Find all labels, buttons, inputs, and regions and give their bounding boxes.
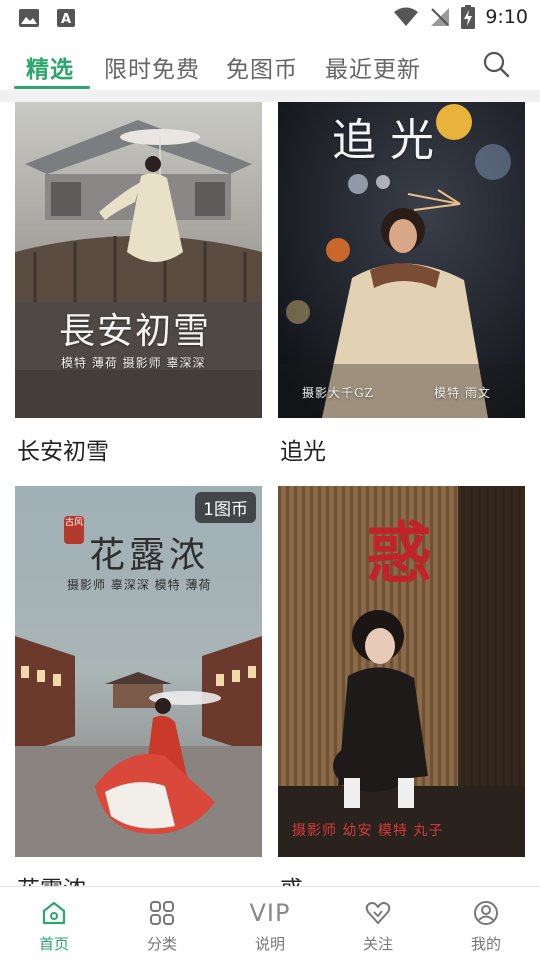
profile-icon [474,901,498,925]
category-tabs: 精选 限时免费 免图币 最近更新 [0,36,540,90]
bottom-navigation: 首页 分类 VIP 说明 关注 我的 [0,886,540,960]
status-time: 9:10 [485,6,528,28]
poster-credit: 摄影师 幼安 模特 丸子 [292,823,444,839]
app-root: A 9:10 精选 限时免费 免图币 最近更新 長安初雪 模特 薄荷 摄影师 辜… [0,0,540,960]
font-app-icon: A [57,9,75,27]
poster-title: 花露浓 [89,535,210,576]
poster-tag: 古风 [64,516,84,544]
status-bar: A 9:10 [0,0,540,36]
nav-label: 分类 [146,935,177,953]
wifi-icon [394,7,419,26]
status-right-icons: 9:10 [393,5,528,29]
poster-title: 惑 [366,514,432,592]
album-card[interactable]: 惑 摄影师 幼安 模特 丸子 惑 [278,486,525,903]
tab-coin-free[interactable]: 免图币 [226,50,298,84]
poster-credit-model: 模特 雨文 [434,386,491,400]
svg-text:A: A [61,12,71,27]
active-tab-indicator [14,86,90,89]
nav-follow[interactable]: 关注 [324,887,432,960]
status-left-icons: A [18,8,76,28]
album-card[interactable]: 長安初雪 模特 薄荷 摄影师 辜深深 长安初雪 [15,102,262,465]
album-cover[interactable]: 長安初雪 模特 薄荷 摄影师 辜深深 [15,102,262,418]
album-cover[interactable]: 古风 花露浓 摄影师 辜深深 模特 薄荷 1图币 [15,486,262,857]
album-card[interactable]: 古风 花露浓 摄影师 辜深深 模特 薄荷 1图币 花露浓 [15,486,262,903]
poster-title: 追光 [332,115,448,166]
nav-label: 关注 [362,935,393,953]
poster-credit: 模特 薄荷 摄影师 辜深深 [61,356,206,370]
poster-credit: 摄影师 辜深深 模特 薄荷 [67,578,212,592]
poster-credit-photographer: 摄影大千GZ [302,386,374,400]
tab-featured[interactable]: 精选 [26,50,74,84]
album-title[interactable]: 追光 [280,432,326,466]
price-badge: 1图币 [195,492,256,523]
vip-icon: VIP [249,899,291,927]
image-icon [19,9,39,27]
nav-label: 说明 [254,935,285,953]
battery-charging-icon [461,5,476,29]
no-signal-icon [431,8,450,26]
album-card[interactable]: 追光 摄影大千GZ 模特 雨文 追光 [278,102,525,465]
poster-title: 長安初雪 [59,311,212,352]
nav-label: 我的 [470,935,501,953]
search-icon[interactable] [482,50,510,78]
album-cover[interactable]: 追光 摄影大千GZ 模特 雨文 [278,102,525,418]
nav-category[interactable]: 分类 [108,887,216,960]
nav-label: 首页 [38,935,69,953]
heart-icon [365,902,391,924]
album-cover[interactable]: 惑 摄影师 幼安 模特 丸子 [278,486,525,857]
nav-home[interactable]: 首页 [0,887,108,960]
album-title[interactable]: 长安初雪 [17,432,109,466]
tabs-divider [0,90,540,102]
tab-recent-updates[interactable]: 最近更新 [325,50,421,84]
nav-instructions[interactable]: VIP 说明 [216,887,324,960]
grid-icon [150,901,174,925]
tab-limited-free[interactable]: 限时免费 [104,50,200,84]
nav-profile[interactable]: 我的 [432,887,540,960]
home-icon [42,901,66,925]
